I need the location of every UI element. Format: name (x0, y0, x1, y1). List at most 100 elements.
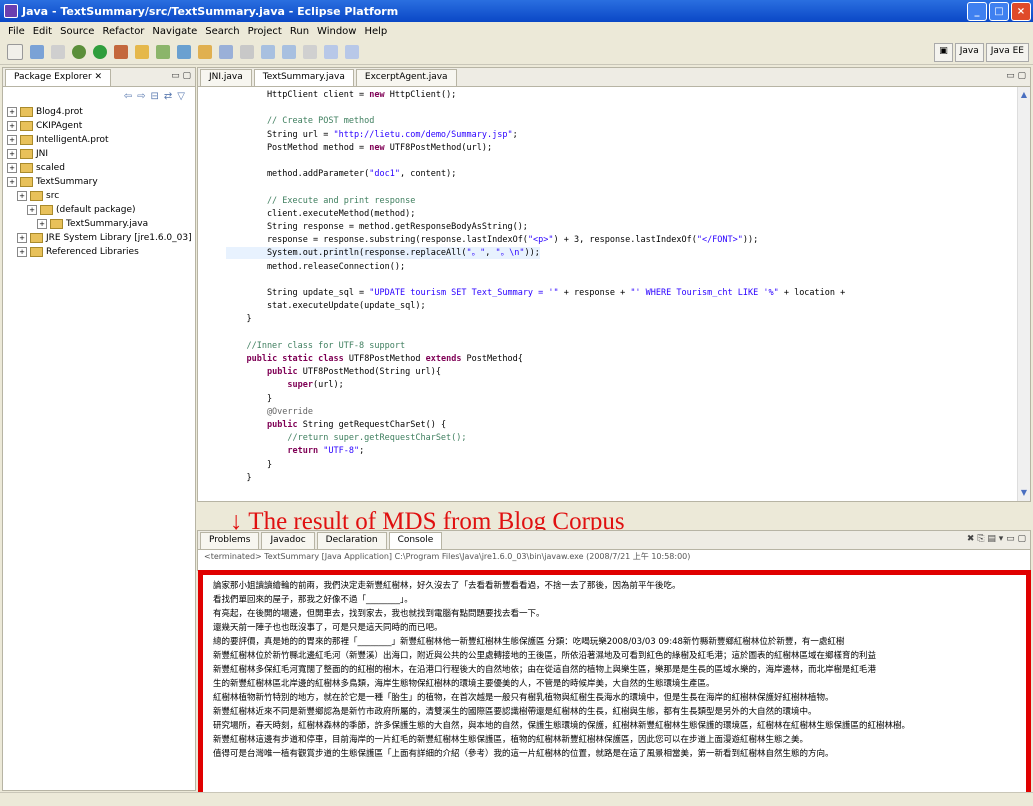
scroll-down-icon[interactable]: ▼ (1018, 487, 1030, 499)
run-icon[interactable] (93, 45, 107, 59)
code-line: } (226, 313, 251, 325)
tree-item-label: Blog4.prot (36, 107, 83, 117)
code-token: )); (524, 248, 540, 259)
code-token: ) + 3, response.lastIndexOf( (553, 235, 697, 246)
expand-toggle-icon[interactable]: + (7, 162, 17, 173)
console-line: 有亮起，在後開的場邊，但開車去，找到家去，我也就找到電腦有點問題要找去看一下。 (213, 609, 545, 619)
print-icon[interactable] (51, 45, 65, 59)
menu-search[interactable]: Search (205, 26, 239, 37)
menu-file[interactable]: File (8, 26, 25, 37)
code-token: UTF8PostMethod(url); (384, 142, 493, 153)
back-nav-icon[interactable]: ⇦ (124, 91, 132, 102)
menu-help[interactable]: Help (364, 26, 387, 37)
perspective-java[interactable]: Java (954, 43, 984, 62)
maximize-button[interactable]: □ (989, 2, 1009, 21)
expand-toggle-icon[interactable]: + (17, 190, 27, 201)
tree-item[interactable]: + src (7, 189, 195, 203)
expand-toggle-icon[interactable]: + (37, 218, 47, 229)
debug-icon[interactable] (72, 45, 86, 59)
tree-item[interactable]: + JNI (7, 147, 195, 161)
tree-item[interactable]: + CKIPAgent (7, 119, 195, 133)
expand-toggle-icon[interactable]: + (7, 106, 17, 117)
tab-declaration[interactable]: Declaration (316, 532, 387, 549)
new-icon[interactable] (7, 44, 23, 60)
code-token: // Create POST method (226, 116, 375, 127)
tree-item[interactable]: + Blog4.prot (7, 105, 195, 119)
code-token: "http://lietu.com/demo/Summary.jsp" (333, 129, 513, 140)
forward-nav-icon[interactable]: ⇨ (137, 91, 145, 102)
new-package-icon[interactable] (156, 45, 170, 59)
tab-javadoc[interactable]: Javadoc (261, 532, 315, 549)
code-token: "。\n" (495, 248, 525, 259)
close-button[interactable]: × (1011, 2, 1031, 21)
package-explorer-view: Package Explorer ✕ ▭ ▢ ⇦ ⇨ ⊟ ⇄ ▽ + Blog4.… (2, 67, 196, 791)
external-tools-icon[interactable] (114, 45, 128, 59)
toggle-mark-icon[interactable] (240, 45, 254, 59)
editor-minmax-controls[interactable]: ▭ ▢ (1006, 71, 1026, 81)
tab-console[interactable]: Console (388, 532, 443, 549)
code-token: extends (425, 354, 462, 364)
tree-item[interactable]: + TextSummary.java (7, 217, 195, 231)
previous-annotation-icon[interactable] (282, 45, 296, 59)
collapse-all-icon[interactable]: ⊟ (151, 91, 159, 102)
expand-toggle-icon[interactable]: + (7, 176, 17, 187)
code-line: System.out.println(response.replaceAll("… (226, 247, 540, 260)
tab-jni-java[interactable]: JNI.java (200, 69, 252, 86)
menu-edit[interactable]: Edit (33, 26, 52, 37)
perspective-javaee[interactable]: Java EE (985, 43, 1029, 62)
menu-navigate[interactable]: Navigate (152, 26, 197, 37)
minimize-button[interactable]: _ (967, 2, 987, 21)
view-minmax-controls[interactable]: ▭ ▢ (171, 71, 191, 81)
link-editor-icon[interactable]: ⇄ (164, 91, 172, 102)
new-java-project-icon[interactable] (135, 45, 149, 59)
next-annotation-icon[interactable] (261, 45, 275, 59)
code-line: // Execute and print response (226, 195, 415, 207)
tree-item[interactable]: + JRE System Library [jre1.6.0_03] (7, 231, 195, 245)
expand-toggle-icon[interactable]: + (27, 204, 37, 215)
expand-toggle-icon[interactable]: + (7, 134, 17, 145)
view-menu-icon[interactable]: ▽ (177, 91, 185, 102)
back-icon[interactable] (324, 45, 338, 59)
last-edit-icon[interactable] (303, 45, 317, 59)
search-icon[interactable] (219, 45, 233, 59)
expand-toggle-icon[interactable]: + (7, 148, 17, 159)
expand-toggle-icon[interactable]: + (17, 232, 27, 243)
menu-run[interactable]: Run (290, 26, 309, 37)
tree-item-label: src (46, 191, 60, 201)
tab-problems[interactable]: Problems (200, 532, 260, 549)
tab-package-explorer[interactable]: Package Explorer ✕ (5, 69, 112, 86)
menu-window[interactable]: Window (317, 26, 356, 37)
tab-excerptagent-java[interactable]: ExcerptAgent.java (355, 69, 457, 86)
package-explorer-tab-label: Package Explorer (14, 72, 92, 82)
tree-item-label: JRE System Library [jre1.6.0_03] (46, 233, 192, 243)
console-process-label: <terminated> TextSummary [Java Applicati… (204, 552, 691, 561)
code-line: super(url); (226, 379, 343, 391)
folder-icon (30, 246, 43, 257)
forward-icon[interactable] (345, 45, 359, 59)
save-icon[interactable] (30, 45, 44, 59)
tree-item[interactable]: + (default package) (7, 203, 195, 217)
expand-toggle-icon[interactable]: + (17, 246, 27, 257)
folder-icon (20, 106, 33, 117)
menu-refactor[interactable]: Refactor (102, 26, 144, 37)
scroll-up-icon[interactable]: ▲ (1018, 89, 1030, 101)
menu-source[interactable]: Source (60, 26, 94, 37)
tree-item[interactable]: + TextSummary (7, 175, 195, 189)
tree-item[interactable]: + IntelligentA.prot (7, 133, 195, 147)
code-token: "</FONT>" (696, 235, 743, 246)
code-editor[interactable]: HttpClient client = new HttpClient(); //… (198, 87, 1030, 501)
open-perspective-button[interactable]: ▣ (934, 43, 953, 62)
new-class-icon[interactable] (177, 45, 191, 59)
tree-item[interactable]: + scaled (7, 161, 195, 175)
expand-toggle-icon[interactable]: + (7, 120, 17, 131)
code-token: "doc1" (369, 169, 401, 180)
open-type-icon[interactable] (198, 45, 212, 59)
code-token: "UTF-8" (323, 446, 360, 457)
console-toolbar[interactable]: ✖ ⎘ ▤ ▾ ▭ ▢ (967, 534, 1026, 544)
menu-project[interactable]: Project (248, 26, 282, 37)
tree-item[interactable]: + Referenced Libraries (7, 245, 195, 259)
tab-textsummary-java[interactable]: TextSummary.java (253, 69, 354, 86)
editor-vertical-scrollbar[interactable]: ▲ ▼ (1017, 87, 1030, 501)
